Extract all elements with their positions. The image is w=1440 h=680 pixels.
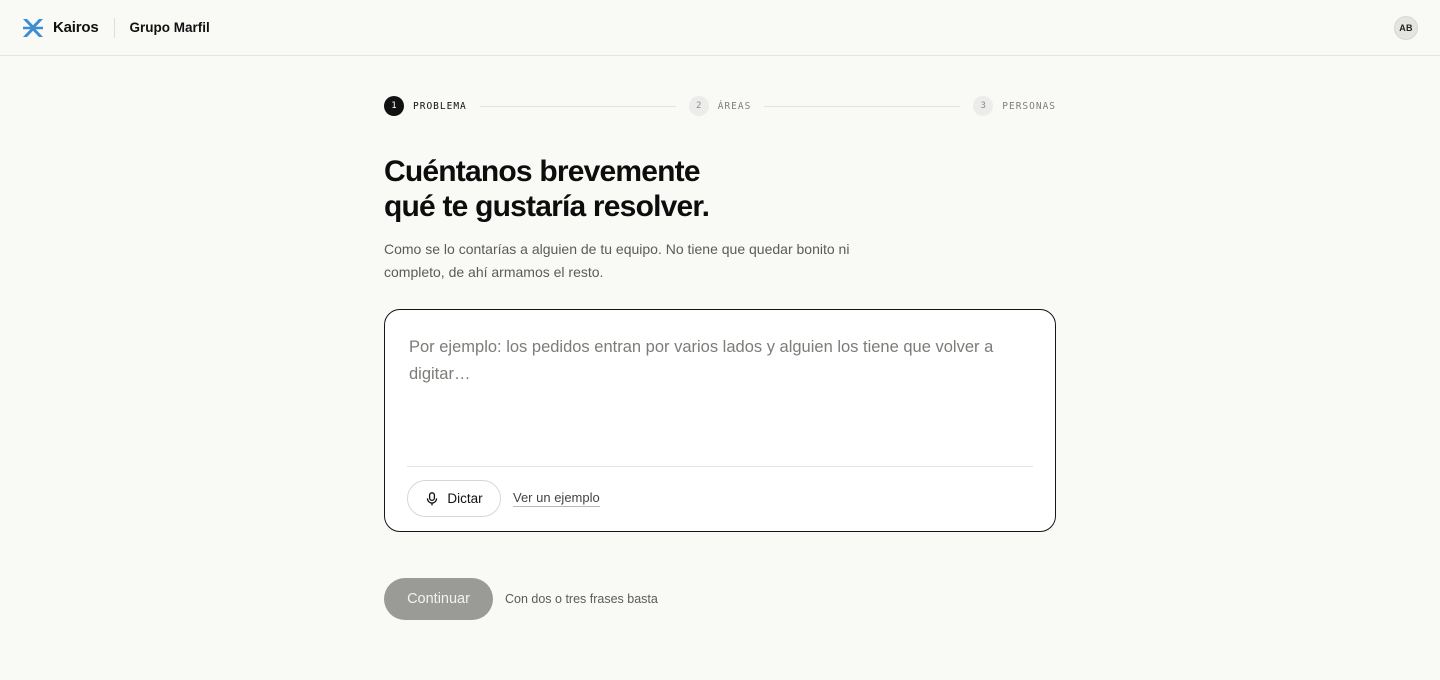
dictate-button[interactable]: Dictar [407,480,501,517]
microphone-icon [427,491,438,505]
step-number: 3 [973,96,994,116]
top-bar: Kairos Grupo Marfil AB [0,0,1440,56]
dictate-button-label: Dictar [447,491,483,506]
step-label: ÁREAS [717,100,752,112]
page-subtitle-line-2: completo, de ahí armamos el resto. [384,264,604,280]
progress-stepper: 1 PROBLEMA 2 ÁREAS 3 PERSONAS [384,96,1056,116]
step-label: PROBLEMA [413,100,467,112]
step-number: 2 [688,96,709,116]
brand-name: Kairos [53,19,99,36]
header-divider [113,17,115,38]
page-subtitle-line-1: Como se lo contarías a alguien de tu equ… [384,241,850,257]
step-connector [479,105,676,107]
page-title-line-2: qué te gustaría resolver. [384,190,710,223]
user-avatar[interactable]: AB [1394,16,1418,40]
problem-input-card: Dictar Ver un ejemplo [384,309,1056,532]
organization-name[interactable]: Grupo Marfil [130,20,210,35]
brand[interactable]: Kairos [22,18,99,38]
step-number: 1 [384,96,404,116]
step-problema[interactable]: 1 PROBLEMA [384,96,467,116]
view-example-link[interactable]: Ver un ejemplo [513,490,600,507]
continue-button[interactable]: Continuar [384,578,493,620]
step-personas[interactable]: 3 PERSONAS [973,96,1056,116]
step-connector [764,105,961,107]
page-title-line-1: Cuéntanos brevemente [384,155,701,188]
kairos-logo-icon [23,18,43,37]
problem-description-input[interactable] [397,322,1043,462]
page-title: Cuéntanos brevemente qué te gustaría res… [384,154,1056,224]
step-label: PERSONAS [1002,100,1057,112]
page-subtitle: Como se lo contarías a alguien de tu equ… [384,238,904,284]
card-divider [407,466,1033,467]
continue-hint: Con dos o tres frases basta [505,592,658,606]
step-areas[interactable]: 2 ÁREAS [688,96,752,116]
